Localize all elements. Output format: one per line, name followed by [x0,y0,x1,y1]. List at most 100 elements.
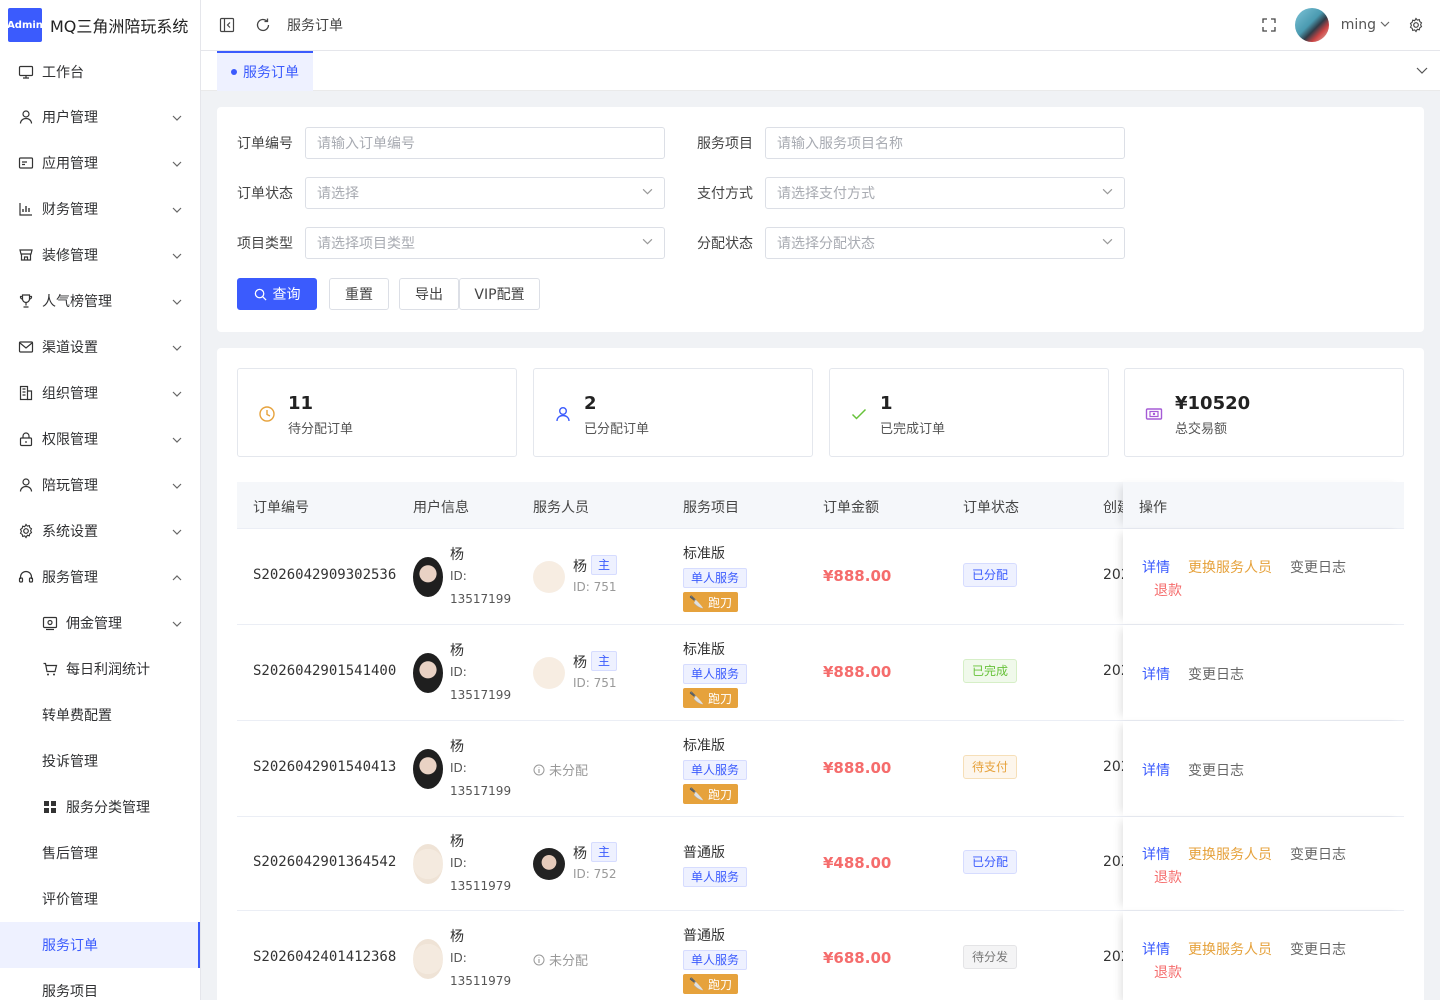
detail-link[interactable]: 详情 [1142,664,1170,684]
change-log-link[interactable]: 变更日志 [1188,664,1244,684]
change-log-link[interactable]: 变更日志 [1290,844,1346,864]
change-log-link[interactable]: 变更日志 [1188,760,1244,780]
trophy-icon [18,293,34,309]
sidebar-item-organization[interactable]: 组织管理 [0,370,200,416]
detail-link[interactable]: 详情 [1142,760,1170,780]
sidebar-item-apps[interactable]: 应用管理 [0,140,200,186]
order-number[interactable]: S2026042909302536 [253,567,396,583]
assign-status-select[interactable]: 请选择分配状态 [765,227,1125,259]
refund-link[interactable]: 退款 [1154,962,1182,982]
order-no-field: 订单编号 请输入订单编号 [237,127,665,159]
table-row: S2026042901541400 杨 ID: 13517199 杨 主 ID:… [237,625,1404,721]
sidebar-item-label: 服务订单 [42,938,98,954]
user-id-label: ID: [450,569,467,583]
stat-label: 已完成订单 [880,422,946,437]
sidebar-item-permissions[interactable]: 权限管理 [0,416,200,462]
top-header: 服务订单 ming [201,0,1440,51]
tab-service-orders[interactable]: 服务订单 [217,51,313,91]
sidebar-item-users[interactable]: 用户管理 [0,94,200,140]
change-staff-link[interactable]: 更换服务人员 [1188,939,1272,959]
order-number[interactable]: S2026042401412368 [253,949,396,965]
order-no-input[interactable]: 请输入订单编号 [305,127,665,159]
sidebar-item-service-orders[interactable]: 服务订单 [0,922,200,968]
sidebar-item-daily-profit[interactable]: 每日利润统计 [0,646,200,692]
sidebar-item-service-items[interactable]: 服务项目 [0,968,200,1000]
sidebar-item-companions[interactable]: 陪玩管理 [0,462,200,508]
order-number[interactable]: S2026042901541400 [253,663,396,679]
sidebar-item-label: 售后管理 [42,846,98,862]
chevron-up-icon [172,571,182,587]
tag-label: 跑刀 [707,977,732,992]
sidebar-item-workbench[interactable]: 工作台 [0,50,200,94]
refund-link[interactable]: 退款 [1154,867,1182,887]
sidebar-item-commission[interactable]: 佣金管理 [0,600,200,646]
unassigned-staff: 未分配 [533,950,588,969]
gear-icon[interactable] [1406,15,1426,35]
primary-staff-tag: 主 [591,555,618,575]
sidebar-item-system-settings[interactable]: 系统设置 [0,508,200,554]
query-button[interactable]: 查询 [237,278,317,310]
chevron-down-icon [172,249,182,265]
refund-link[interactable]: 退款 [1154,580,1182,600]
reset-button[interactable]: 重置 [329,278,389,310]
knife-icon: 🔪 [689,787,704,801]
sidebar-item-label: 转单费配置 [42,708,112,724]
sidebar-item-decoration[interactable]: 装修管理 [0,232,200,278]
staff-id: ID: 751 [573,580,617,594]
vip-config-button[interactable]: VIP配置 [459,278,540,310]
service-item-input[interactable]: 请输入服务项目名称 [765,127,1125,159]
sidebar-item-after-sales[interactable]: 售后管理 [0,830,200,876]
collapse-sidebar-icon[interactable] [217,15,237,35]
tab-label: 服务订单 [243,65,299,81]
stat-pending: 11 待分配订单 [237,368,517,457]
service-type-tag: 单人服务 [683,867,748,887]
active-dot [231,69,237,75]
user-avatar [413,844,443,884]
brand[interactable]: Admin MQ三角洲陪玩系统 [0,0,200,50]
payment-select[interactable]: 请选择支付方式 [765,177,1125,209]
fullscreen-icon[interactable] [1259,15,1279,35]
button-label: 查询 [272,287,301,303]
sidebar-item-finance[interactable]: 财务管理 [0,186,200,232]
chevron-down-icon [1102,185,1113,201]
change-log-link[interactable]: 变更日志 [1290,557,1346,577]
table-row: S2026042901364542 杨 ID: 13511979 杨 主 ID:… [237,817,1404,911]
change-staff-link[interactable]: 更换服务人员 [1188,844,1272,864]
sidebar-item-service-category[interactable]: 服务分类管理 [0,784,200,830]
avatar[interactable] [1294,8,1329,42]
order-amount: ¥888.00 [823,567,892,585]
actions-header-fixed: 操作 [1123,482,1404,528]
stat-value: 1 [880,393,893,414]
wallet-icon [42,615,58,631]
chevron-down-icon [642,235,653,251]
grid-icon [42,799,58,815]
sidebar-item-channel[interactable]: 渠道设置 [0,324,200,370]
sidebar-item-label: 投诉管理 [42,754,98,770]
detail-link[interactable]: 详情 [1142,844,1170,864]
sidebar-item-complaints[interactable]: 投诉管理 [0,738,200,784]
username: ming [1340,17,1376,33]
detail-link[interactable]: 详情 [1142,557,1170,577]
chevron-down-icon[interactable] [1416,64,1428,80]
placeholder: 请选择分配状态 [777,236,875,252]
sidebar-item-transfer-fee[interactable]: 转单费配置 [0,692,200,738]
refresh-icon[interactable] [253,15,273,35]
project-name: 普通版 [683,928,725,944]
staff-name: 杨 [573,846,587,862]
sidebar-item-popularity[interactable]: 人气榜管理 [0,278,200,324]
change-staff-link[interactable]: 更换服务人员 [1188,557,1272,577]
order-status-select[interactable]: 请选择 [305,177,665,209]
column-header: 操作 [1139,500,1167,516]
placeholder: 请输入订单编号 [317,136,415,152]
user-menu[interactable]: ming [1341,17,1390,33]
sidebar-item-reviews[interactable]: 评价管理 [0,876,200,922]
change-log-link[interactable]: 变更日志 [1290,939,1346,959]
detail-link[interactable]: 详情 [1142,939,1170,959]
user-id: 13517199 [450,688,512,702]
order-number[interactable]: S2026042901364542 [253,854,396,870]
sidebar-item-services[interactable]: 服务管理 [0,554,200,600]
order-number[interactable]: S2026042901540413 [253,759,396,775]
user-id-label: ID: [450,761,467,775]
project-type-select[interactable]: 请选择项目类型 [305,227,665,259]
export-button[interactable]: 导出 [399,278,459,310]
